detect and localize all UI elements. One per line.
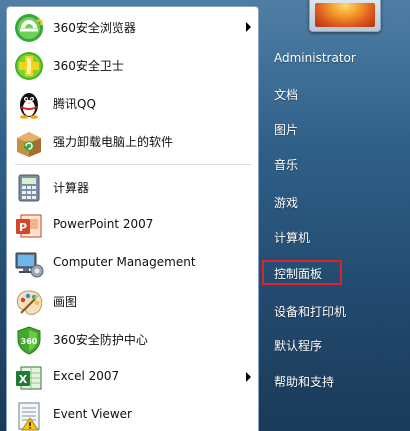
360-browser-icon [15, 14, 43, 42]
svg-text:P: P [19, 221, 27, 234]
places-label: 设备和打印机 [274, 305, 347, 319]
program-label: 360安全防护中心 [53, 333, 148, 347]
program-label: 计算器 [53, 181, 90, 195]
control-panel-highlight-box [262, 260, 342, 285]
program-item-360-security[interactable]: 360安全卫士 [9, 48, 257, 84]
program-label: 360安全卫士 [53, 59, 124, 73]
places-label: 音乐 [274, 158, 299, 172]
places-item-pictures[interactable]: 图片 [265, 114, 403, 144]
computer-management-icon [15, 252, 44, 278]
places-label: 帮助和支持 [274, 375, 335, 389]
program-label: Excel 2007 [53, 369, 120, 383]
submenu-arrow-icon[interactable] [246, 372, 251, 382]
svg-text:360: 360 [21, 337, 38, 346]
360-shield-icon: 360 [17, 326, 41, 355]
program-label: 画图 [53, 295, 78, 309]
program-item-powerpoint[interactable]: P PowerPoint 2007 [9, 208, 257, 244]
program-label: Event Viewer [53, 407, 132, 421]
paint-palette-icon [16, 290, 43, 315]
places-item-default-programs[interactable]: 默认程序 [265, 330, 403, 360]
qq-penguin-icon [20, 93, 38, 119]
places-label: 默认程序 [274, 339, 323, 353]
places-label: 文档 [274, 88, 299, 102]
powerpoint-icon: P [16, 214, 42, 238]
program-item-excel[interactable]: X Excel 2007 [9, 360, 257, 396]
user-avatar[interactable] [309, 0, 381, 32]
program-label: 腾讯QQ [53, 97, 96, 111]
user-picture-flower [315, 3, 375, 27]
places-label: 图片 [274, 123, 299, 137]
places-item-help-support[interactable]: 帮助和支持 [265, 366, 403, 396]
places-item-games[interactable]: 游戏 [265, 187, 403, 217]
uninstaller-box-icon [17, 132, 41, 157]
places-label: 计算机 [274, 231, 311, 245]
places-label: 游戏 [274, 196, 299, 210]
menu-separator [15, 164, 251, 165]
event-viewer-icon [18, 402, 40, 431]
excel-icon: X [16, 366, 42, 390]
places-item-documents[interactable]: 文档 [265, 79, 403, 109]
program-item-360-protection[interactable]: 360 360安全防护中心 [9, 322, 257, 358]
submenu-arrow-icon[interactable] [246, 22, 251, 32]
360-security-icon [15, 52, 43, 80]
places-item-computer[interactable]: 计算机 [265, 222, 403, 252]
program-item-qq[interactable]: 腾讯QQ [9, 86, 257, 122]
places-label: Administrator [274, 51, 356, 65]
program-item-uninstaller[interactable]: 强力卸载电脑上的软件 [9, 124, 257, 160]
program-label: Computer Management [53, 255, 196, 269]
svg-text:X: X [19, 373, 28, 386]
program-item-calculator[interactable]: 计算器 [9, 170, 257, 206]
places-panel: Administrator 文档 图片 音乐 游戏 计算机 控制面板 设备和打印… [259, 0, 410, 431]
program-list-panel: 360安全浏览器 360安全卫士 腾讯QQ 强力卸载电脑上的软件 计算器 P P… [6, 6, 259, 431]
program-item-360-browser[interactable]: 360安全浏览器 [9, 10, 257, 46]
places-item-administrator[interactable]: Administrator [265, 44, 403, 74]
calculator-icon [18, 174, 40, 202]
places-item-devices-printers[interactable]: 设备和打印机 [265, 296, 403, 326]
program-item-computer-management[interactable]: Computer Management [9, 246, 257, 282]
start-menu: 360安全浏览器 360安全卫士 腾讯QQ 强力卸载电脑上的软件 计算器 P P… [0, 0, 410, 431]
program-label: 360安全浏览器 [53, 21, 136, 35]
program-item-event-viewer[interactable]: Event Viewer [9, 398, 257, 431]
program-label: PowerPoint 2007 [53, 217, 154, 231]
program-label: 强力卸载电脑上的软件 [53, 135, 174, 149]
places-item-music[interactable]: 音乐 [265, 149, 403, 179]
program-item-paint[interactable]: 画图 [9, 284, 257, 320]
